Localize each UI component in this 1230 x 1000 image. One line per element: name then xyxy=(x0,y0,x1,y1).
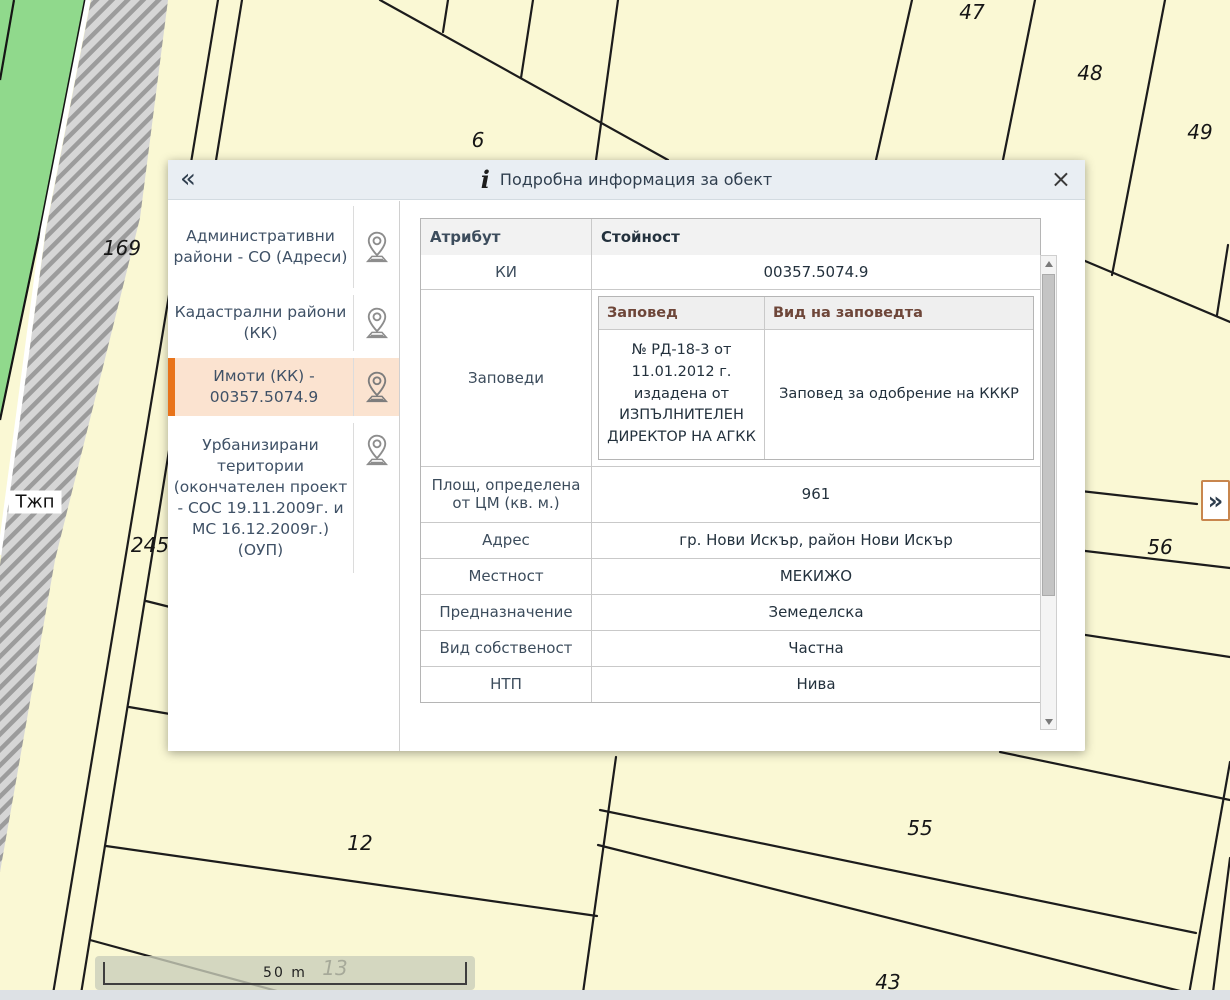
info-icon: i xyxy=(481,168,490,192)
sidebar-item-cadastral-regions[interactable]: Кадастрални райони (КК) xyxy=(168,295,399,351)
collapse-panel-button[interactable]: « xyxy=(180,164,196,194)
attr-value: Частна xyxy=(591,631,1040,666)
scrollbar-thumb[interactable] xyxy=(1042,274,1055,596)
map-pin-icon xyxy=(353,295,399,351)
table-scrollbar[interactable] xyxy=(1040,255,1057,730)
attr-label: КИ xyxy=(421,255,591,289)
layer-sidebar: Административни райони - СО (Адреси) Кад… xyxy=(168,201,400,751)
table-row-area: Площ, определена от ЦМ (кв. м.) 961 xyxy=(421,466,1040,522)
table-row-orders: Заповеди Заповед Вид на заповедта № РД-1… xyxy=(421,289,1040,466)
orders-col-order: Заповед xyxy=(599,297,764,329)
scroll-down-icon[interactable] xyxy=(1041,714,1056,729)
column-header-attribute: Атрибут xyxy=(421,219,591,255)
sidebar-item-label: Административни райони - СО (Адреси) xyxy=(168,206,353,288)
expand-panel-button[interactable]: » xyxy=(1201,480,1230,521)
attr-value: Заповед Вид на заповедта № РД-18-3 от 11… xyxy=(591,290,1040,466)
attr-value: Земеделска xyxy=(591,595,1040,630)
orders-data-row: № РД-18-3 от 11.01.2012 г. издадена от И… xyxy=(599,329,1033,459)
orders-header-row: Заповед Вид на заповедта xyxy=(599,297,1033,329)
popup-title: Подробна информация за обект xyxy=(500,170,772,189)
table-row-ntp: НТП Нива xyxy=(421,666,1040,702)
bottom-edge-strip xyxy=(0,990,1230,1000)
parcel-label-12: 12 xyxy=(347,831,372,855)
sidebar-item-label: Урбанизирани територии (окончателен прое… xyxy=(168,423,353,573)
column-header-value: Стойност xyxy=(591,219,1040,255)
close-icon[interactable]: × xyxy=(1051,165,1071,193)
table-row-purpose: Предназначение Земеделска xyxy=(421,594,1040,630)
attr-label: НТП xyxy=(421,667,591,702)
orders-col-kind: Вид на заповедта xyxy=(764,297,1033,329)
attr-value: МЕКИЖО xyxy=(591,559,1040,594)
table-row-address: Адрес гр. Нови Искър, район Нови Искър xyxy=(421,522,1040,558)
map-pin-icon xyxy=(353,206,399,288)
popup-header: « i Подробна информация за обект × xyxy=(168,160,1085,200)
attr-value: 00357.5074.9 xyxy=(591,255,1040,289)
sidebar-item-label: Кадастрални райони (КК) xyxy=(168,295,353,351)
sidebar-item-imoti-selected[interactable]: Имоти (КК) - 00357.5074.9 xyxy=(168,358,399,416)
scroll-up-icon[interactable] xyxy=(1041,256,1056,271)
attr-label: Вид собственост xyxy=(421,631,591,666)
attr-label: Адрес xyxy=(421,523,591,558)
table-row-ownership: Вид собственост Частна xyxy=(421,630,1040,666)
parcel-label-48: 48 xyxy=(1077,61,1102,85)
double-chevron-right-icon: » xyxy=(1208,489,1224,513)
object-info-popup: « i Подробна информация за обект × Админ… xyxy=(168,160,1085,751)
map-pin-icon xyxy=(353,423,399,573)
attr-value: гр. Нови Искър, район Нови Искър xyxy=(591,523,1040,558)
table-row-ki: КИ 00357.5074.9 xyxy=(421,255,1040,289)
sidebar-item-label: Имоти (КК) - 00357.5074.9 xyxy=(175,358,353,416)
attr-label: Заповеди xyxy=(421,290,591,466)
parcel-label-49: 49 xyxy=(1187,120,1212,144)
road-label: Тжп xyxy=(9,491,62,514)
orders-nested-table: Заповед Вид на заповедта № РД-18-3 от 11… xyxy=(598,296,1034,460)
parcel-label-6: 6 xyxy=(472,128,485,152)
map-pin-icon xyxy=(353,358,399,416)
parcel-label-169: 169 xyxy=(103,236,141,260)
sidebar-item-urban-territories[interactable]: Урбанизирани територии (окончателен прое… xyxy=(168,423,399,573)
attr-label: Предназначение xyxy=(421,595,591,630)
map-canvas[interactable]: 47 48 49 6 169 245 56 55 12 13 43 Тжп 50… xyxy=(0,0,1230,1000)
sidebar-item-admin-regions[interactable]: Административни райони - СО (Адреси) xyxy=(168,206,399,288)
parcel-label-47: 47 xyxy=(959,0,984,24)
order-number: № РД-18-3 от 11.01.2012 г. издадена от И… xyxy=(599,330,764,459)
order-kind: Заповед за одобрение на КККР xyxy=(764,330,1033,459)
attr-label: Местност xyxy=(421,559,591,594)
parcel-label-56: 56 xyxy=(1147,535,1172,559)
scale-bar: 50 m xyxy=(95,956,475,990)
parcel-label-55: 55 xyxy=(907,816,932,840)
attr-label: Площ, определена от ЦМ (кв. м.) xyxy=(421,467,591,522)
table-header-row: Атрибут Стойност xyxy=(421,219,1040,255)
table-row-locality: Местност МЕКИЖО xyxy=(421,558,1040,594)
scale-bar-label: 50 m xyxy=(263,965,307,981)
parcel-label-245: 245 xyxy=(131,533,169,557)
attributes-table: Атрибут Стойност КИ 00357.5074.9 Заповед… xyxy=(420,218,1041,703)
attr-value: 961 xyxy=(591,467,1040,522)
attr-value: Нива xyxy=(591,667,1040,702)
